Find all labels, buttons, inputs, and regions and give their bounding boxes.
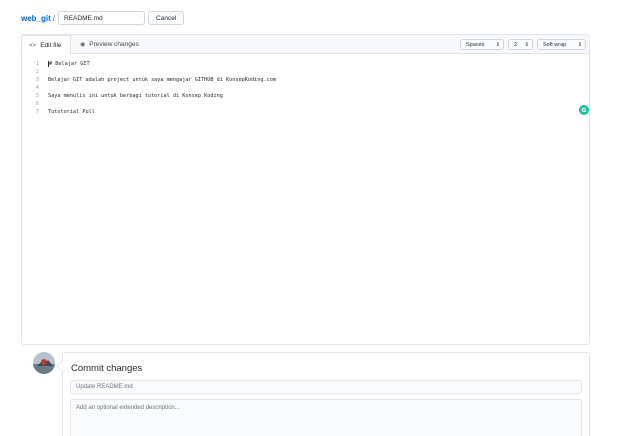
code-line: 7 Tutotorial Pull: [22, 108, 276, 116]
breadcrumb-separator: /: [52, 13, 56, 23]
commit-description-input[interactable]: Add an optional extended description...: [70, 399, 582, 436]
code-line-text: Saya menulis ini untuk berbagi tutorial …: [48, 93, 223, 99]
line-number: 6: [35, 101, 39, 107]
indent-mode-value: Spaces: [466, 41, 485, 48]
code-line: 2: [22, 68, 276, 76]
line-number: 1: [35, 61, 39, 67]
code-line-text: Belajar GIT adalah project untuk saya me…: [48, 77, 276, 83]
wrap-mode-value: Soft wrap: [543, 41, 567, 48]
code-line: 1 # Belajar GIT: [22, 60, 276, 68]
select-caret-icon: ⇕: [524, 41, 529, 48]
commit-form-pointer: [56, 360, 68, 372]
code-line-text: Tutotorial Pull: [48, 109, 95, 115]
cancel-button[interactable]: Cancel: [148, 11, 185, 25]
code-line: 5 Saya menulis ini untuk berbagi tutoria…: [22, 92, 276, 100]
editor-toolbar: <> Edit file ◉ Preview changes Spaces ⇕ …: [21, 35, 589, 55]
line-number: 7: [35, 109, 39, 115]
line-number: 3: [35, 77, 39, 83]
grammarly-icon[interactable]: G: [579, 105, 589, 115]
indent-size-select[interactable]: 2 ⇕: [508, 39, 533, 50]
file-editor: <> Edit file ◉ Preview changes Spaces ⇕ …: [21, 34, 590, 345]
code-line-text: # Belajar GIT: [49, 61, 90, 67]
select-caret-icon: ⇕: [577, 41, 582, 48]
avatar-image: [33, 352, 55, 374]
code-area[interactable]: 1 # Belajar GIT 2 3 Belajar GIT adalah p…: [22, 60, 276, 116]
select-caret-icon: ⇕: [495, 41, 500, 48]
code-line: 6: [22, 100, 276, 108]
indent-mode-select[interactable]: Spaces ⇕: [460, 39, 504, 50]
repo-link[interactable]: web_git: [21, 14, 51, 23]
indent-size-value: 2: [514, 41, 518, 48]
avatar: [33, 352, 55, 374]
filename-input[interactable]: README.md: [58, 11, 146, 25]
eye-icon: ◉: [80, 41, 86, 48]
tab-preview-changes[interactable]: ◉ Preview changes: [80, 35, 139, 54]
code-line: 4: [22, 84, 276, 92]
tab-label: Preview changes: [89, 41, 139, 48]
tab-edit-file[interactable]: <> Edit file: [21, 35, 71, 55]
commit-form: Commit changes Update README.md Add an o…: [56, 352, 590, 436]
tab-label: Edit file: [40, 41, 62, 49]
wrap-mode-select[interactable]: Soft wrap ⇕: [537, 39, 586, 50]
line-number: 2: [35, 69, 39, 75]
code-icon: <>: [29, 41, 37, 49]
commit-summary-input[interactable]: Update README.md: [70, 380, 582, 394]
line-number: 4: [35, 85, 39, 91]
code-line: 3 Belajar GIT adalah project untuk saya …: [22, 76, 276, 84]
breadcrumb: web_git / README.md Cancel: [21, 11, 185, 25]
line-number: 5: [35, 93, 39, 99]
commit-title: Commit changes: [71, 363, 143, 374]
